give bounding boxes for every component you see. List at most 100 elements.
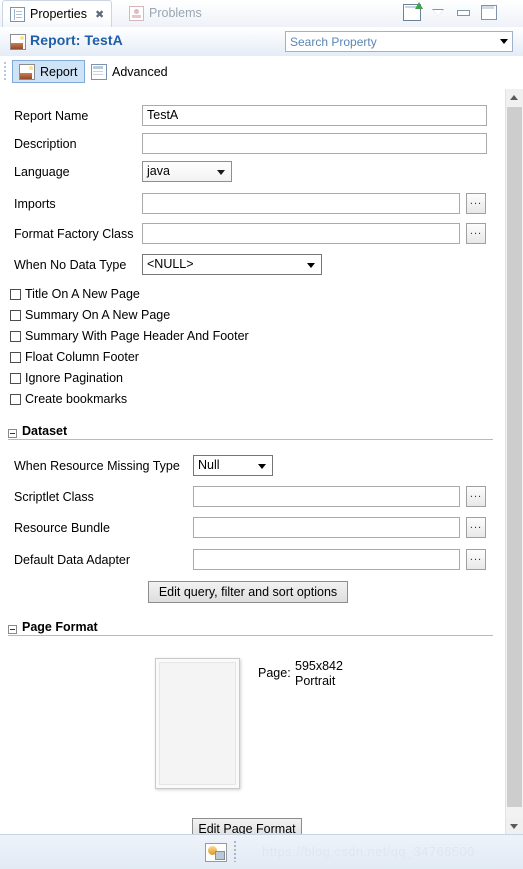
when-resource-missing-type-select[interactable]: Null (193, 455, 273, 476)
section-page-format-title: Page Format (22, 620, 98, 634)
maximize-icon[interactable] (481, 5, 497, 20)
default-data-adapter-input[interactable] (193, 549, 460, 570)
field-row-language: Language java (0, 161, 501, 187)
page-preview[interactable] (155, 658, 240, 789)
problems-icon (129, 5, 144, 21)
chevron-down-icon[interactable] (500, 39, 508, 44)
format-factory-class-label: Format Factory Class (14, 227, 134, 241)
drag-handle[interactable] (4, 62, 6, 82)
scriptlet-class-browse-button[interactable]: ... (466, 486, 486, 507)
report-name-input[interactable]: TestA (142, 105, 487, 126)
language-select[interactable]: java (142, 161, 232, 182)
title-band: Report: TestA (0, 27, 523, 57)
field-row-description: Description (0, 133, 501, 159)
scriptlet-class-label: Scriptlet Class (14, 490, 94, 504)
edit-page-format-button[interactable]: Edit Page Format (192, 818, 302, 835)
page-label: Page: (258, 666, 291, 680)
checkbox-icon[interactable] (10, 310, 21, 321)
new-properties-view-icon[interactable] (403, 2, 423, 21)
tab-report[interactable]: Report (12, 60, 85, 83)
default-data-adapter-browse-button[interactable]: ... (466, 549, 486, 570)
description-input[interactable] (142, 133, 487, 154)
checkbox-icon[interactable] (10, 373, 21, 384)
when-no-data-type-select[interactable]: <NULL> (142, 254, 322, 275)
vertical-scrollbar[interactable] (505, 89, 523, 835)
description-label: Description (14, 137, 77, 151)
checkbox-icon[interactable] (10, 352, 21, 363)
checkbox-ignore-pagination[interactable]: Ignore Pagination (0, 370, 501, 390)
scroll-up-button[interactable] (506, 89, 523, 106)
checkbox-summary-on-a-new-page[interactable]: Summary On A New Page (0, 307, 501, 327)
tab-advanced[interactable]: Advanced (85, 60, 174, 83)
format-factory-class-input[interactable] (142, 223, 460, 244)
checkbox-icon[interactable] (10, 394, 21, 405)
resource-bundle-label: Resource Bundle (14, 521, 110, 535)
chevron-down-icon (258, 464, 266, 469)
checkbox-label: Title On A New Page (25, 287, 140, 301)
scrollbar-thumb[interactable] (507, 107, 522, 807)
checkbox-create-bookmarks[interactable]: Create bookmarks (0, 391, 501, 411)
page-title: Report: TestA (30, 32, 123, 48)
when-no-data-type-label: When No Data Type (14, 258, 127, 272)
scriptlet-class-input[interactable] (193, 486, 460, 507)
properties-form: Report Name TestA Description Language j… (0, 89, 501, 835)
status-separator (234, 841, 236, 862)
collapse-toggle-icon[interactable] (8, 625, 17, 634)
chevron-up-icon (510, 95, 518, 100)
checkbox-icon[interactable] (10, 331, 21, 342)
chevron-down-icon (510, 824, 518, 829)
section-divider (8, 439, 493, 440)
view-tab-bar: Properties ✖ Problems (0, 0, 523, 28)
field-row-default-data-adapter: Default Data Adapter ... (0, 549, 501, 575)
when-no-data-type-value: <NULL> (147, 257, 194, 271)
field-row-resource-bundle: Resource Bundle ... (0, 517, 501, 543)
checkbox-label: Summary On A New Page (25, 308, 171, 322)
checkbox-label: Create bookmarks (25, 392, 128, 406)
tab-report-label: Report (40, 64, 78, 79)
watermark-text: https://blog.csdn.net/qq_34766500 (262, 844, 475, 859)
report-name-label: Report Name (14, 109, 89, 123)
checkbox-float-column-footer[interactable]: Float Column Footer (0, 349, 501, 369)
checkbox-label: Summary With Page Header And Footer (25, 329, 249, 343)
checkbox-icon[interactable] (10, 289, 21, 300)
chevron-down-icon (307, 263, 315, 268)
page-size-value: 595x842 (295, 659, 343, 673)
imports-browse-button[interactable]: ... (466, 193, 486, 214)
search-input[interactable] (286, 32, 492, 51)
report-icon (19, 63, 35, 80)
section-dataset-title: Dataset (22, 424, 68, 438)
checkbox-title-on-a-new-page[interactable]: Title On A New Page (0, 286, 501, 306)
close-icon[interactable]: ✖ (95, 8, 104, 21)
notification-icon[interactable] (205, 843, 227, 862)
resource-bundle-browse-button[interactable]: ... (466, 517, 486, 538)
when-resource-missing-type-label: When Resource Missing Type (14, 459, 180, 473)
view-tab-properties[interactable]: Properties ✖ (2, 0, 113, 27)
edit-query-filter-sort-button[interactable]: Edit query, filter and sort options (148, 581, 348, 603)
properties-icon (10, 6, 25, 22)
status-bar: https://blog.csdn.net/qq_34766500 (0, 834, 523, 869)
view-tab-problems-label: Problems (149, 6, 202, 20)
property-tab-strip: Report Advanced (0, 56, 523, 88)
field-row-when-no-data-type: When No Data Type <NULL> (0, 254, 501, 280)
field-row-when-resource-missing-type: When Resource Missing Type Null (0, 455, 501, 481)
search-property-field[interactable] (285, 31, 513, 52)
section-divider (8, 635, 493, 636)
language-value: java (147, 164, 170, 178)
language-label: Language (14, 165, 70, 179)
view-tab-problems[interactable]: Problems (122, 0, 209, 26)
properties-view-window: Properties ✖ Problems Report: TestA Repo… (0, 0, 523, 869)
section-page-format[interactable]: Page Format (0, 620, 501, 643)
collapse-toggle-icon[interactable] (8, 429, 17, 438)
view-menu-icon[interactable] (432, 6, 445, 19)
scroll-down-button[interactable] (506, 818, 523, 835)
format-factory-class-browse-button[interactable]: ... (466, 223, 486, 244)
checkbox-summary-with-page-header-and-footer[interactable]: Summary With Page Header And Footer (0, 328, 501, 348)
report-icon (10, 34, 26, 50)
resource-bundle-input[interactable] (193, 517, 460, 538)
minimize-icon[interactable] (456, 6, 470, 19)
checkbox-label: Float Column Footer (25, 350, 139, 364)
page-orientation-value: Portrait (295, 674, 336, 688)
tab-advanced-label: Advanced (112, 64, 168, 79)
imports-input[interactable] (142, 193, 460, 214)
section-dataset[interactable]: Dataset (0, 424, 501, 447)
